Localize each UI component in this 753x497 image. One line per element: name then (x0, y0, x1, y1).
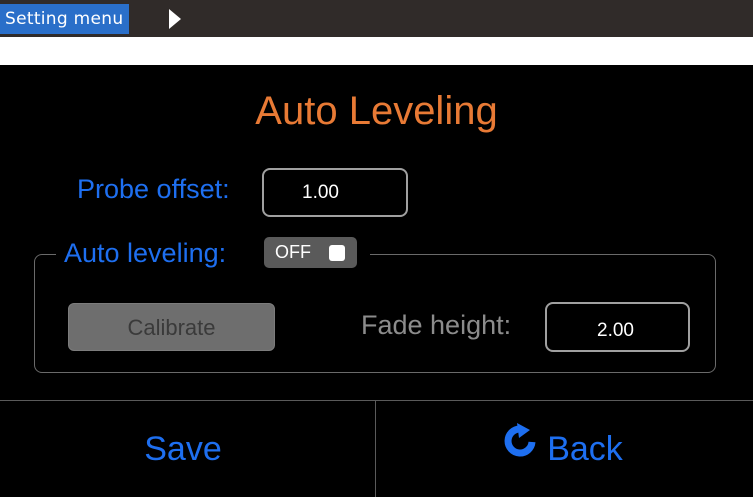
auto-leveling-toggle[interactable]: OFF (264, 237, 357, 268)
toggle-state-text: OFF (275, 242, 311, 262)
back-label: Back (547, 430, 623, 468)
auto-leveling-label: Auto leveling: (64, 238, 227, 268)
page-title: Auto Leveling (255, 89, 498, 133)
save-button[interactable]: Save (0, 401, 374, 497)
toggle-knob-icon (329, 245, 345, 261)
probe-offset-input[interactable]: 1.00 (262, 168, 408, 217)
save-label: Save (144, 430, 222, 468)
breadcrumb-setting-menu[interactable]: Setting menu (0, 4, 130, 34)
back-button[interactable]: Back (376, 401, 750, 497)
triangle-right-icon (169, 9, 181, 29)
probe-offset-label: Probe offset: (77, 174, 230, 204)
auto-leveling-screen: Auto Leveling Probe offset: 1.00 Auto le… (0, 65, 753, 497)
redo-arrow-icon (503, 400, 537, 496)
top-bar: Setting menu (0, 0, 753, 37)
calibrate-button[interactable]: Calibrate (68, 303, 275, 351)
fade-height-input[interactable]: 2.00 (545, 302, 690, 352)
fade-height-label: Fade height: (361, 310, 512, 340)
fade-height-value: 2.00 (597, 320, 634, 341)
